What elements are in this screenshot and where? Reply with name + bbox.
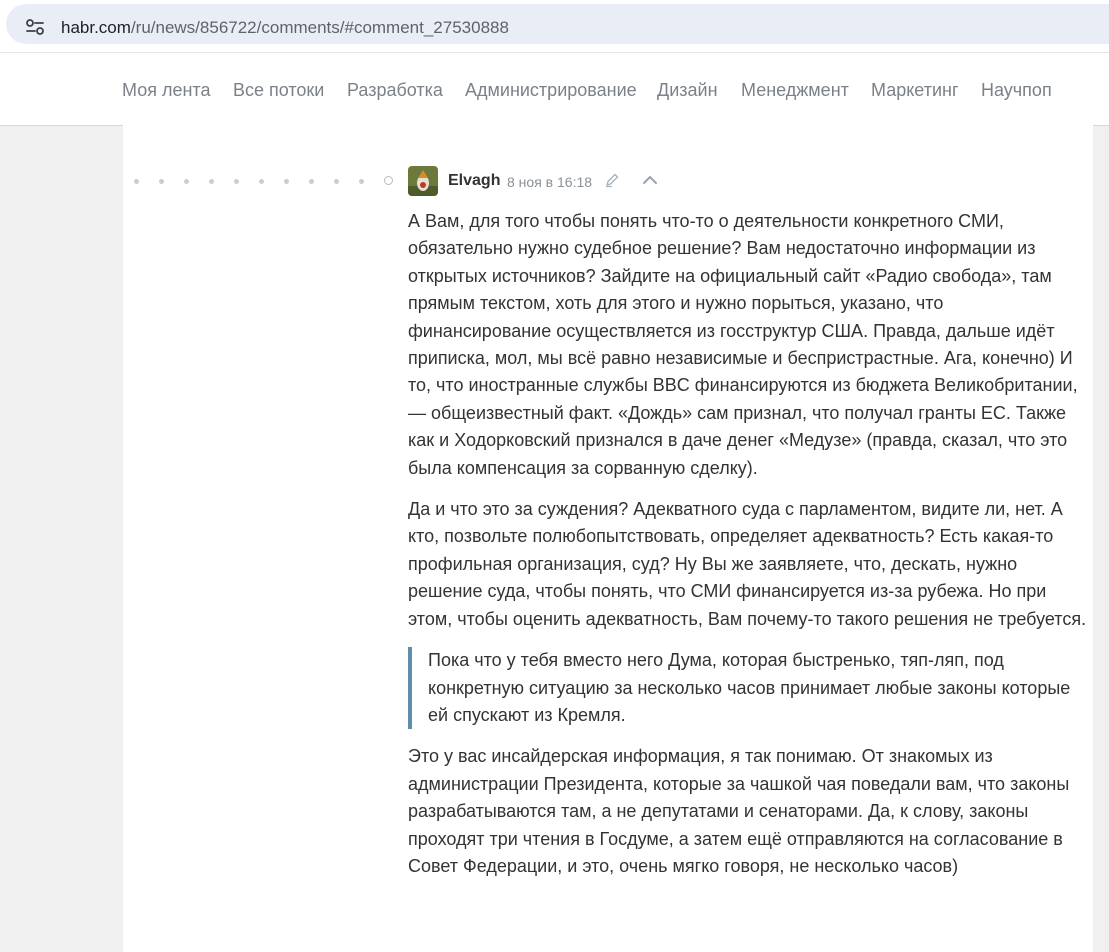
thread-dot	[259, 179, 264, 184]
thread-dot	[134, 179, 139, 184]
thread-dot	[334, 179, 339, 184]
thread-dot	[234, 179, 239, 184]
hubs-nav: Моя лента Все потоки Разработка Админист…	[0, 52, 1109, 126]
browser-address-bar: habr.com/ru/news/856722/comments/#commen…	[0, 0, 1109, 52]
nav-item-management[interactable]: Менеджмент	[741, 80, 849, 101]
nav-item-popsci[interactable]: Научпоп	[981, 80, 1052, 101]
url-host: habr.com	[61, 18, 131, 37]
thread-dot	[309, 179, 314, 184]
comment-paragraph: Да и что это за суждения? Адекватного су…	[408, 499, 1087, 629]
comment-quote: Пока что у тебя вместо него Дума, котора…	[408, 647, 1088, 730]
thread-dot	[209, 179, 214, 184]
nav-item-my-feed[interactable]: Моя лента	[122, 80, 210, 101]
url-field[interactable]: habr.com/ru/news/856722/comments/#commen…	[6, 4, 1109, 44]
thread-dot	[184, 179, 189, 184]
pencil-icon	[606, 173, 619, 188]
thread-current-ring[interactable]	[384, 176, 393, 185]
url-text[interactable]: habr.com/ru/news/856722/comments/#commen…	[61, 18, 509, 38]
tune-icon[interactable]	[24, 16, 46, 38]
comment-paragraph: А Вам, для того чтобы понять что-то о де…	[408, 211, 1078, 478]
thread-dot	[159, 179, 164, 184]
nav-item-all-streams[interactable]: Все потоки	[233, 80, 324, 101]
comment-paragraph: Это у вас инсайдерская информация, я так…	[408, 746, 1070, 876]
nav-item-marketing[interactable]: Маркетинг	[871, 80, 959, 101]
chevron-up-icon[interactable]	[641, 173, 659, 187]
thread-dot	[359, 179, 364, 184]
comment-body: А Вам, для того чтобы понять что-то о де…	[408, 208, 1088, 880]
nav-item-development[interactable]: Разработка	[347, 80, 443, 101]
thread-dot	[284, 179, 289, 184]
avatar[interactable]	[408, 166, 438, 196]
comment-timestamp[interactable]: 8 ноя в 16:18	[507, 174, 592, 190]
comment-author[interactable]: Elvagh	[448, 172, 500, 190]
nav-item-administration[interactable]: Администрирование	[465, 80, 637, 101]
nav-item-design[interactable]: Дизайн	[657, 80, 718, 101]
url-path: /ru/news/856722/comments/#comment_275308…	[130, 18, 509, 37]
